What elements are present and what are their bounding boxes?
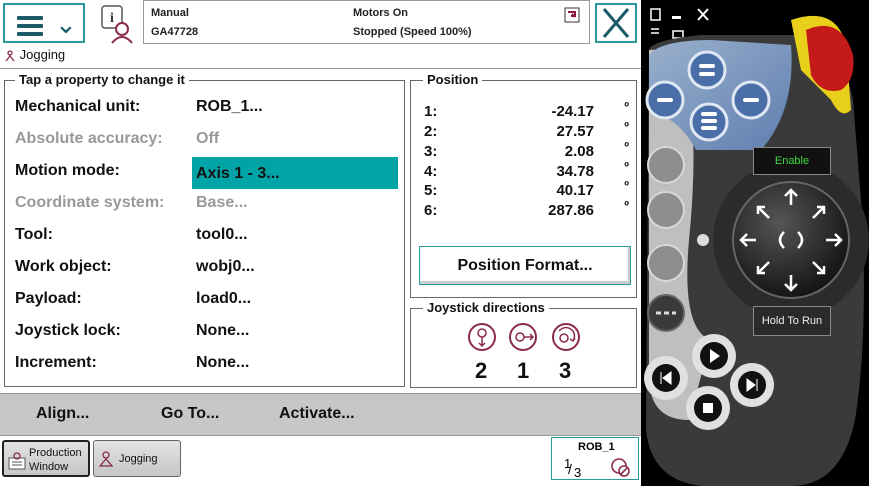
status-bar[interactable]: Manual GA47728 Motors On Stopped (Speed … bbox=[143, 0, 590, 44]
property-value: tool0... bbox=[196, 226, 248, 243]
task-label: Window bbox=[29, 461, 69, 473]
property-value: wobj0... bbox=[196, 258, 255, 275]
position-row: 6: 287.86 º bbox=[424, 198, 629, 222]
hold-to-run-button[interactable]: Hold To Run bbox=[753, 306, 831, 336]
joystick-axis-label: 3 bbox=[559, 358, 572, 383]
joystick-axis-label: 1 bbox=[517, 358, 530, 383]
property-label: Motion mode: bbox=[15, 162, 120, 179]
axis-value: 40.17 bbox=[556, 182, 594, 199]
axis-label: 4: bbox=[424, 163, 438, 180]
joystick-legend: Joystick directions bbox=[423, 300, 549, 315]
goto-button[interactable]: Go To... bbox=[161, 405, 219, 423]
system-name: GA47728 bbox=[151, 26, 199, 38]
unit: º bbox=[624, 198, 629, 213]
axis-value: 287.86 bbox=[548, 202, 594, 219]
motor-state: Motors On bbox=[353, 7, 408, 19]
task-label: Production bbox=[29, 447, 82, 459]
run-state: Stopped (Speed 100%) bbox=[353, 26, 472, 38]
svg-text:i: i bbox=[110, 11, 114, 26]
production-window-icon bbox=[8, 452, 26, 470]
unit: º bbox=[624, 159, 629, 174]
page-title-text: Jogging bbox=[19, 47, 66, 62]
task-label: Jogging bbox=[119, 453, 158, 465]
jogging-icon bbox=[99, 451, 113, 467]
axis-label: 3: bbox=[424, 143, 438, 160]
close-button[interactable] bbox=[595, 3, 637, 43]
program-state-icon bbox=[564, 7, 580, 23]
property-value: Off bbox=[196, 130, 220, 147]
position-row: 2: 27.57 º bbox=[424, 119, 629, 143]
position-row: 4: 34.78 º bbox=[424, 159, 629, 183]
axis-label: 6: bbox=[424, 202, 438, 219]
property-label: Increment: bbox=[15, 354, 97, 371]
task-production-window[interactable]: Production Window bbox=[2, 440, 90, 477]
joystick-rotate-icon bbox=[552, 323, 580, 351]
divider bbox=[0, 68, 641, 69]
joystick-updown-icon bbox=[468, 323, 496, 351]
close-icon bbox=[602, 8, 630, 38]
mech-unit-label: ROB_1 bbox=[578, 441, 615, 453]
operating-mode: Manual bbox=[151, 7, 189, 19]
properties-legend: Tap a property to change it bbox=[15, 72, 189, 87]
joystick-axis-label: 2 bbox=[475, 358, 488, 383]
flexpendant-panel: Enable Hold To Run bbox=[641, 0, 869, 486]
property-value: load0... bbox=[196, 290, 252, 307]
unit: º bbox=[624, 139, 629, 154]
position-legend: Position bbox=[423, 72, 483, 87]
info-user-icon: i bbox=[101, 5, 133, 44]
axis-value: 27.57 bbox=[556, 123, 594, 140]
properties-panel: Tap a property to change it Mechanical u… bbox=[4, 72, 405, 387]
property-value: Base... bbox=[196, 194, 248, 211]
unit: º bbox=[624, 119, 629, 134]
position-format-button[interactable]: Position Format... bbox=[419, 246, 631, 285]
no-increment-icon bbox=[611, 458, 630, 477]
flexpendant-graphic bbox=[644, 8, 869, 486]
page-title: Jogging bbox=[4, 47, 65, 62]
property-label: Joystick lock: bbox=[15, 322, 121, 339]
fraction-slash: / bbox=[568, 461, 572, 477]
property-value: ROB_1... bbox=[196, 98, 263, 115]
enable-button[interactable]: Enable bbox=[753, 147, 831, 175]
jogging-icon bbox=[5, 49, 15, 61]
quickset-button[interactable]: ROB_1 1 / 3 bbox=[551, 437, 639, 480]
taskbar: Production Window Jogging bbox=[0, 435, 641, 486]
property-value: None... bbox=[196, 354, 250, 371]
axis-label: 2: bbox=[424, 123, 438, 140]
task-jogging[interactable]: Jogging bbox=[93, 440, 181, 477]
joystick-directions-panel: Joystick directions 2 1 3 bbox=[410, 300, 637, 388]
fraction-denominator: 3 bbox=[574, 465, 582, 480]
main-menu-button[interactable]: ⌄ bbox=[3, 3, 85, 43]
axis-value: 2.08 bbox=[564, 143, 594, 160]
property-label: Payload: bbox=[15, 290, 82, 307]
position-row: 1: -24.17 º bbox=[424, 99, 629, 123]
property-value: None... bbox=[196, 322, 250, 339]
axis-label: 5: bbox=[424, 182, 438, 199]
axis-label: 1: bbox=[424, 103, 438, 120]
axis-value: -24.17 bbox=[551, 103, 594, 120]
activate-button[interactable]: Activate... bbox=[279, 405, 355, 423]
axis-value: 34.78 bbox=[556, 163, 594, 180]
position-row: 3: 2.08 º bbox=[424, 139, 629, 163]
action-bar: Align... Go To... Activate... bbox=[0, 393, 641, 435]
property-label: Coordinate system: bbox=[15, 194, 165, 211]
align-button[interactable]: Align... bbox=[36, 405, 89, 423]
chevron-down-icon: ⌄ bbox=[55, 9, 77, 39]
property-label: Absolute accuracy: bbox=[15, 130, 163, 147]
unit: º bbox=[624, 178, 629, 193]
event-log-button[interactable]: i bbox=[96, 3, 138, 45]
property-label: Work object: bbox=[15, 258, 112, 275]
property-value: Axis 1 - 3... bbox=[196, 165, 280, 182]
property-label: Tool: bbox=[15, 226, 53, 243]
property-label: Mechanical unit: bbox=[15, 98, 141, 115]
joystick-leftright-icon bbox=[509, 323, 537, 351]
hamburger-icon bbox=[17, 16, 43, 40]
unit: º bbox=[624, 99, 629, 114]
position-row: 5: 40.17 º bbox=[424, 178, 629, 202]
